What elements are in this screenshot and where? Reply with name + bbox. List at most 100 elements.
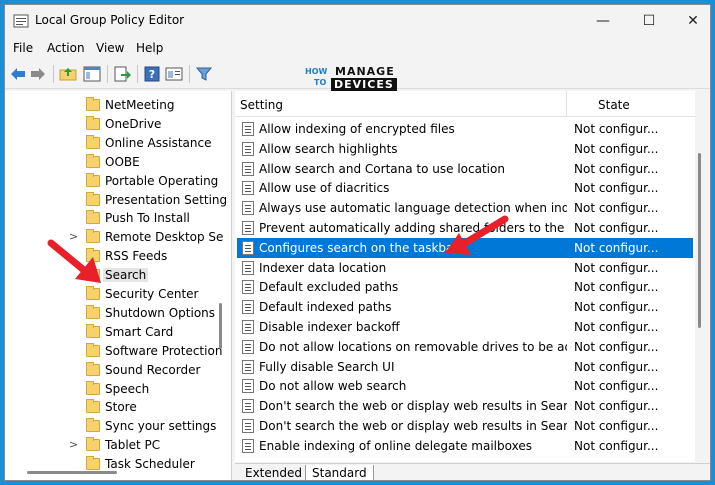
folder-icon	[86, 115, 100, 130]
show-hide-tree-icon[interactable]	[83, 66, 101, 82]
tree-horizontal-scrollbar[interactable]	[27, 471, 117, 474]
forward-arrow-icon[interactable]	[29, 66, 47, 82]
policy-setting-row[interactable]: Default excluded paths Not configur...	[237, 277, 693, 297]
tree-item[interactable]: OneDrive	[5, 115, 220, 134]
column-header-state[interactable]: State	[598, 98, 630, 112]
tree-item[interactable]: OOBE	[5, 153, 220, 172]
folder-icon	[86, 399, 100, 414]
policy-setting-state: Not configur...	[574, 339, 659, 354]
tree-item[interactable]: NetMeeting	[5, 96, 220, 115]
policy-setting-state: Not configur...	[574, 221, 659, 235]
tree-vertical-scrollbar[interactable]	[219, 303, 222, 349]
tree-item[interactable]: > Tablet PC	[5, 436, 220, 455]
tree-item[interactable]: Sync your settings	[5, 417, 220, 436]
policy-setting-name: Indexer data location	[259, 260, 387, 275]
policy-setting-name: Prevent automatically adding shared fold…	[259, 221, 567, 235]
settings-list-pane[interactable]: Setting State Allow indexing of encrypte…	[235, 91, 695, 462]
tree-item-label: Push To Install	[105, 211, 190, 226]
tree-item[interactable]: Push To Install	[5, 209, 220, 228]
tree-item-label: Tablet PC	[105, 438, 161, 453]
gpedit-window: Local Group Policy Editor — ☐ ✕ File Act…	[4, 4, 711, 481]
policy-setting-row[interactable]: Allow search and Cortana to use location…	[237, 159, 693, 179]
title-bar[interactable]: Local Group Policy Editor — ☐ ✕	[5, 5, 710, 37]
column-header-setting[interactable]: Setting	[240, 98, 283, 112]
policy-setting-name: Configures search on the taskbar	[259, 240, 459, 255]
red-arrow-annotation-search	[47, 239, 101, 283]
policy-setting-name: Disable indexer backoff	[259, 320, 400, 334]
tree-item[interactable]: Online Assistance	[5, 134, 220, 153]
policy-setting-state: Not configur...	[574, 419, 659, 433]
tree-item[interactable]: Shutdown Options	[5, 304, 220, 323]
policy-setting-row[interactable]: Do not allow web search Not configur...	[237, 376, 693, 396]
policy-setting-row[interactable]: Default indexed paths Not configur...	[237, 297, 693, 317]
policy-setting-icon	[242, 122, 254, 136]
properties-view-icon[interactable]	[165, 66, 183, 82]
tree-item-label: Online Assistance	[105, 135, 212, 150]
menu-view[interactable]: View	[96, 41, 124, 55]
maximize-button[interactable]: ☐	[627, 9, 671, 33]
policy-setting-row[interactable]: Allow use of diacritics Not configur...	[237, 178, 693, 198]
menu-file[interactable]: File	[13, 41, 33, 55]
tree-item[interactable]: Sound Recorder	[5, 361, 220, 380]
tree-item-label: OneDrive	[105, 116, 162, 131]
tree-item-label: Search	[103, 268, 149, 283]
tree-item[interactable]: RSS Feeds	[5, 247, 220, 266]
menu-help[interactable]: Help	[136, 41, 163, 55]
tree-item[interactable]: Speech	[5, 380, 220, 399]
tree-item[interactable]: Search	[5, 266, 220, 285]
back-arrow-icon[interactable]	[9, 66, 27, 82]
policy-setting-row[interactable]: Don't search the web or display web resu…	[237, 416, 693, 436]
policy-setting-state: Not configur...	[574, 122, 659, 136]
tree-item-label: Task Scheduler	[105, 457, 195, 472]
policy-setting-name: Default excluded paths	[259, 280, 399, 295]
policy-setting-row[interactable]: Disable indexer backoff Not configur...	[237, 317, 693, 337]
policy-tree-pane[interactable]: NetMeeting OneDrive Online Assistance OOBE P…	[5, 91, 232, 480]
tree-item[interactable]: Presentation Setting	[5, 191, 227, 210]
policy-setting-row[interactable]: Don't search the web or display web resu…	[237, 396, 693, 416]
policy-setting-icon	[242, 181, 254, 196]
filter-icon[interactable]	[195, 66, 213, 82]
tree-expander-chevron-icon[interactable]: >	[69, 438, 78, 451]
policy-setting-icon	[242, 379, 254, 394]
up-folder-icon[interactable]	[59, 66, 77, 82]
policy-setting-state: Not configur...	[574, 379, 659, 394]
logo-manage-text: MANAGE	[335, 65, 395, 78]
logo-how-text: HOW	[305, 67, 328, 76]
close-button[interactable]: ✕	[671, 9, 710, 33]
menu-action[interactable]: Action	[47, 41, 85, 55]
tab-extended[interactable]: Extended	[239, 465, 309, 480]
tree-item-label: Presentation Setting	[105, 192, 228, 207]
policy-setting-state: Not configur...	[574, 141, 659, 156]
tree-item[interactable]: Portable Operating	[5, 172, 220, 191]
policy-setting-state: Not configur...	[574, 359, 659, 374]
help-icon[interactable]: ?	[143, 66, 161, 82]
policy-setting-row[interactable]: Do not allow locations on removable driv…	[237, 337, 693, 357]
folder-icon	[86, 323, 100, 338]
policy-setting-icon	[242, 161, 254, 176]
tree-item-label: Shutdown Options	[105, 305, 216, 320]
tree-item[interactable]: > Remote Desktop Se	[5, 228, 223, 247]
tree-item[interactable]: Software Protection	[5, 342, 222, 361]
tree-item[interactable]: Store	[5, 398, 220, 417]
tree-item[interactable]: Smart Card	[5, 323, 220, 342]
minimize-button[interactable]: —	[581, 9, 625, 33]
column-divider[interactable]	[566, 91, 567, 117]
tree-item-label: Smart Card	[105, 324, 174, 339]
policy-setting-state: Not configur...	[574, 260, 659, 275]
policy-setting-row[interactable]: Fully disable Search UI Not configur...	[237, 357, 693, 377]
policy-setting-row[interactable]: Indexer data location Not configur...	[237, 258, 693, 278]
policy-setting-name: Default indexed paths	[259, 300, 392, 315]
policy-setting-icon	[242, 300, 254, 315]
policy-setting-state: Not configur...	[574, 201, 659, 216]
policy-setting-row[interactable]: Enable indexing of online delegate mailb…	[237, 436, 693, 456]
policy-setting-row[interactable]: Allow indexing of encrypted files Not con…	[237, 119, 693, 139]
folder-icon	[86, 418, 100, 433]
list-vertical-scrollbar[interactable]	[698, 153, 701, 328]
policy-setting-icon	[242, 438, 254, 453]
policy-setting-name: Fully disable Search UI	[259, 359, 395, 374]
policy-setting-row[interactable]: Allow search highlights Not configur...	[237, 139, 693, 159]
tree-item[interactable]: Security Center	[5, 285, 220, 304]
tab-standard[interactable]: Standard	[305, 465, 374, 480]
policy-setting-icon	[242, 320, 254, 334]
export-list-icon[interactable]	[113, 66, 131, 82]
